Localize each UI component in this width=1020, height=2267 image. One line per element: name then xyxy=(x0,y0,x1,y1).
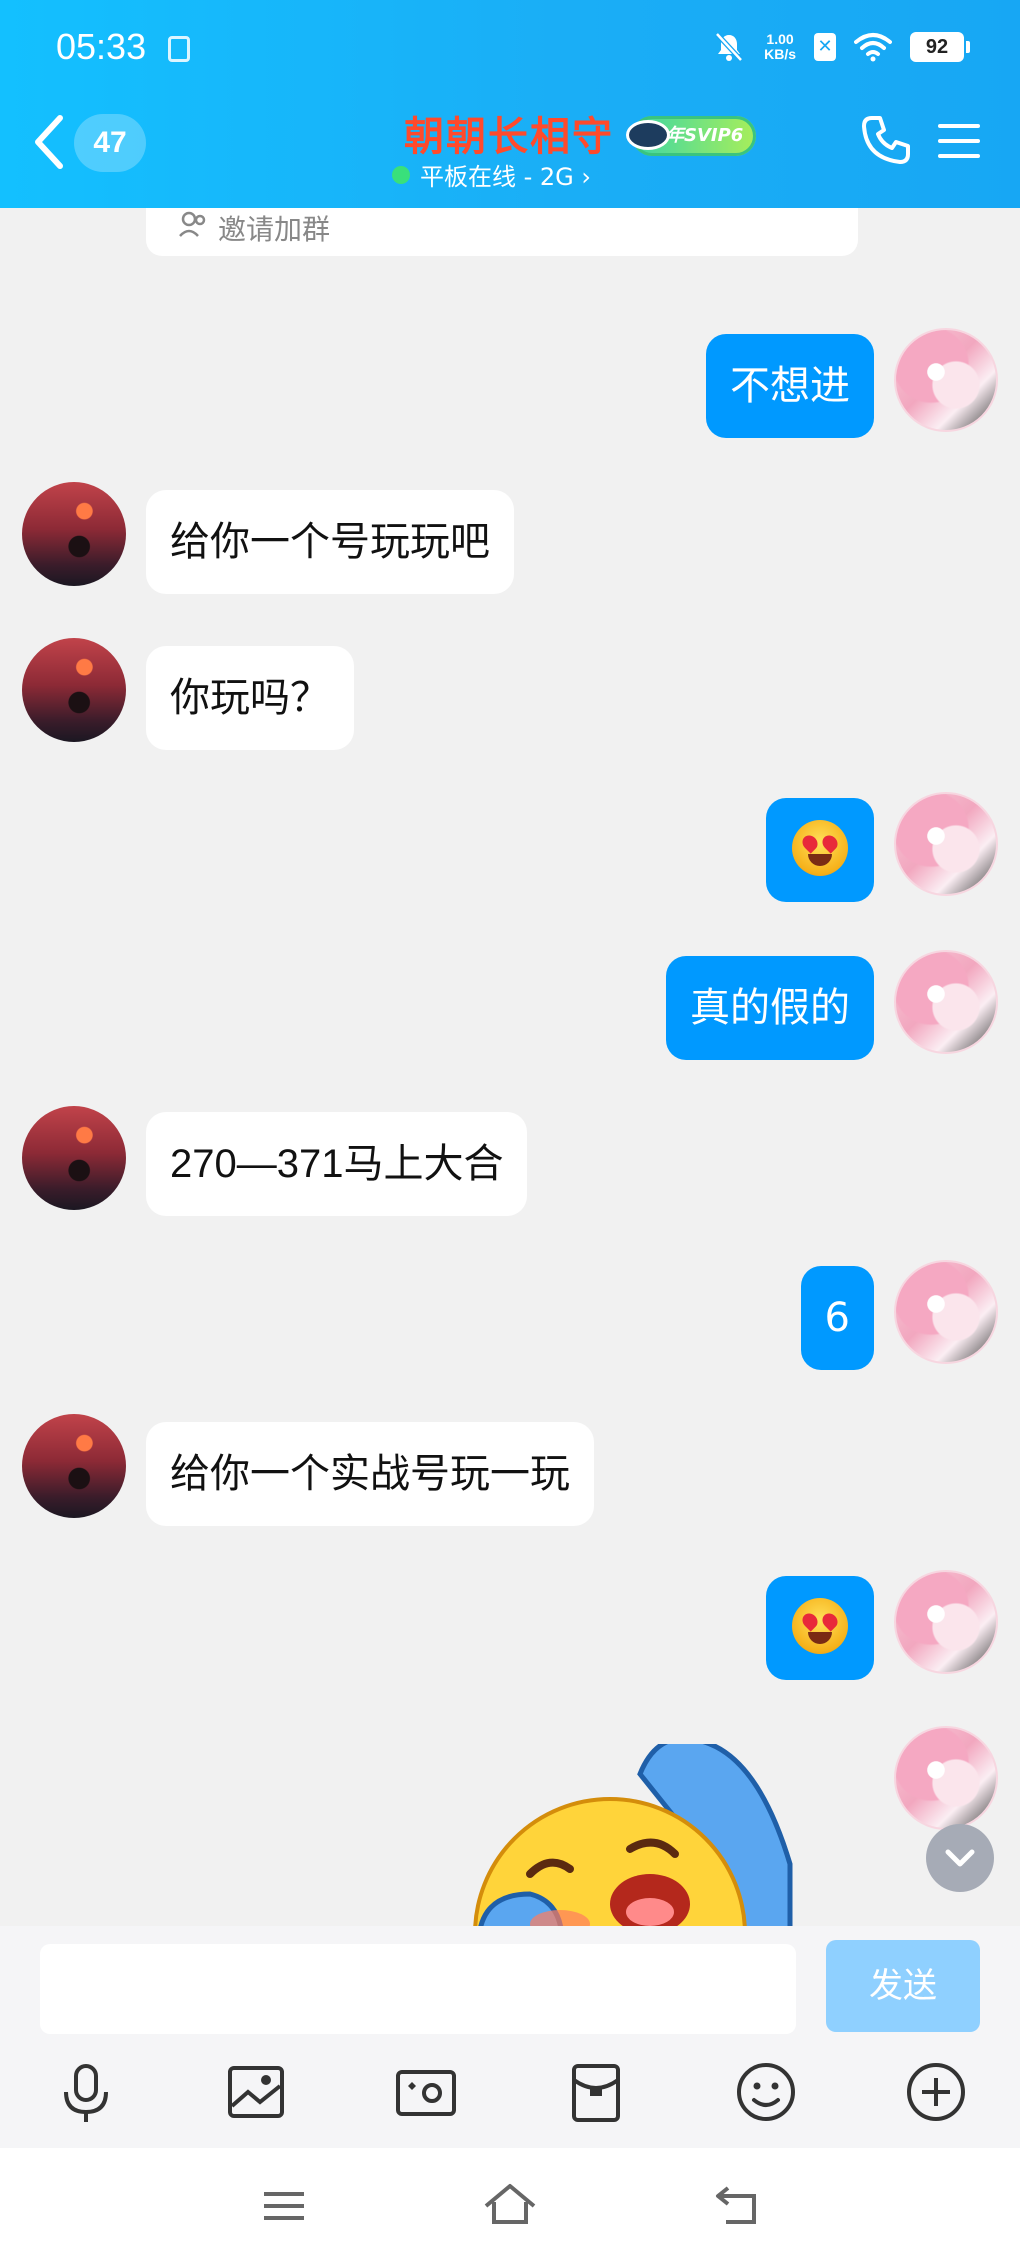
mute-bell-icon xyxy=(715,32,743,62)
chat-header: 05:33 1.00 KB/s ✕ 92 47 朝朝长相守 年SVIP6 平板在… xyxy=(0,0,1020,208)
message-bubble-me-emoji[interactable] xyxy=(766,798,874,902)
input-toolbar xyxy=(0,2056,1020,2148)
my-avatar[interactable] xyxy=(894,1726,998,1830)
svip-badge[interactable]: 年SVIP6 xyxy=(626,116,756,156)
unread-count-badge[interactable]: 47 xyxy=(74,114,146,172)
message-bubble-other[interactable]: 270—371马上大合 xyxy=(146,1112,528,1216)
message-bubble-me[interactable]: 6 xyxy=(800,1266,874,1370)
recents-icon[interactable] xyxy=(256,2178,312,2234)
scroll-to-bottom-button[interactable] xyxy=(926,1824,994,1892)
group-invite-icon xyxy=(179,211,206,237)
my-avatar[interactable] xyxy=(894,328,998,432)
rocket-icon xyxy=(626,120,670,150)
red-packet-icon[interactable] xyxy=(560,2056,632,2128)
contact-avatar[interactable] xyxy=(22,482,126,586)
input-area: 发送 xyxy=(0,1926,1020,2148)
online-dot-icon xyxy=(392,165,410,184)
message-bubble-other[interactable]: 给你一个实战号玩一玩 xyxy=(146,1422,594,1526)
message-bubble-me[interactable]: 真的假的 xyxy=(666,956,874,1060)
x-status-icon: ✕ xyxy=(814,33,836,61)
chat-title[interactable]: 朝朝长相守 xyxy=(404,104,614,162)
system-navigation-bar xyxy=(0,2148,1020,2267)
my-avatar[interactable] xyxy=(894,792,998,896)
status-time: 05:33 xyxy=(56,26,147,67)
contact-avatar[interactable] xyxy=(22,1106,126,1210)
home-icon[interactable] xyxy=(482,2178,538,2234)
invite-card[interactable]: 邀请加群 xyxy=(146,208,858,256)
smiley-icon[interactable] xyxy=(730,2056,802,2128)
send-button[interactable]: 发送 xyxy=(826,1940,980,2032)
my-avatar[interactable] xyxy=(894,950,998,1054)
invite-text: 邀请加群 xyxy=(218,213,331,246)
heart-eyes-emoji-icon xyxy=(792,1598,848,1654)
battery-indicator: 92 xyxy=(910,32,970,62)
chevron-down-icon xyxy=(945,1849,975,1867)
laughing-duck-sticker-icon[interactable] xyxy=(460,1744,820,1926)
network-speed-unit: KB/s xyxy=(764,46,796,62)
back-icon[interactable] xyxy=(710,2178,766,2234)
online-status-text: 平板在线 - 2G › xyxy=(420,163,592,191)
message-bubble-other[interactable]: 你玩吗？ xyxy=(146,646,354,750)
wifi-icon xyxy=(854,33,892,62)
phone-call-icon[interactable] xyxy=(858,112,914,168)
message-bubble-me[interactable]: 不想进 xyxy=(706,334,874,438)
back-arrow-icon[interactable] xyxy=(30,112,70,172)
document-notification-icon xyxy=(168,36,190,62)
online-status[interactable]: 平板在线 - 2G › xyxy=(392,157,591,192)
message-bubble-me-emoji[interactable] xyxy=(766,1576,874,1680)
image-icon[interactable] xyxy=(220,2056,292,2128)
message-input[interactable] xyxy=(40,1944,796,2034)
my-avatar[interactable] xyxy=(894,1260,998,1364)
contact-avatar[interactable] xyxy=(22,1414,126,1518)
menu-icon[interactable] xyxy=(938,120,980,162)
svip-label: 年SVIP6 xyxy=(666,125,744,146)
message-bubble-other[interactable]: 给你一个号玩玩吧 xyxy=(146,490,514,594)
status-icons: 1.00 KB/s ✕ 92 xyxy=(712,30,970,64)
network-speed-value: 1.00 xyxy=(766,31,794,47)
microphone-icon[interactable] xyxy=(50,2056,122,2128)
plus-icon[interactable] xyxy=(900,2056,972,2128)
my-avatar[interactable] xyxy=(894,1570,998,1674)
contact-avatar[interactable] xyxy=(22,638,126,742)
camera-icon[interactable] xyxy=(390,2056,462,2128)
chat-message-list[interactable]: 邀请加群 不想进 给你一个号玩玩吧 你玩吗？ 真的假的 270—371马上大合 … xyxy=(0,208,1020,1926)
heart-eyes-emoji-icon xyxy=(792,820,848,876)
network-speed: 1.00 KB/s xyxy=(764,32,796,62)
